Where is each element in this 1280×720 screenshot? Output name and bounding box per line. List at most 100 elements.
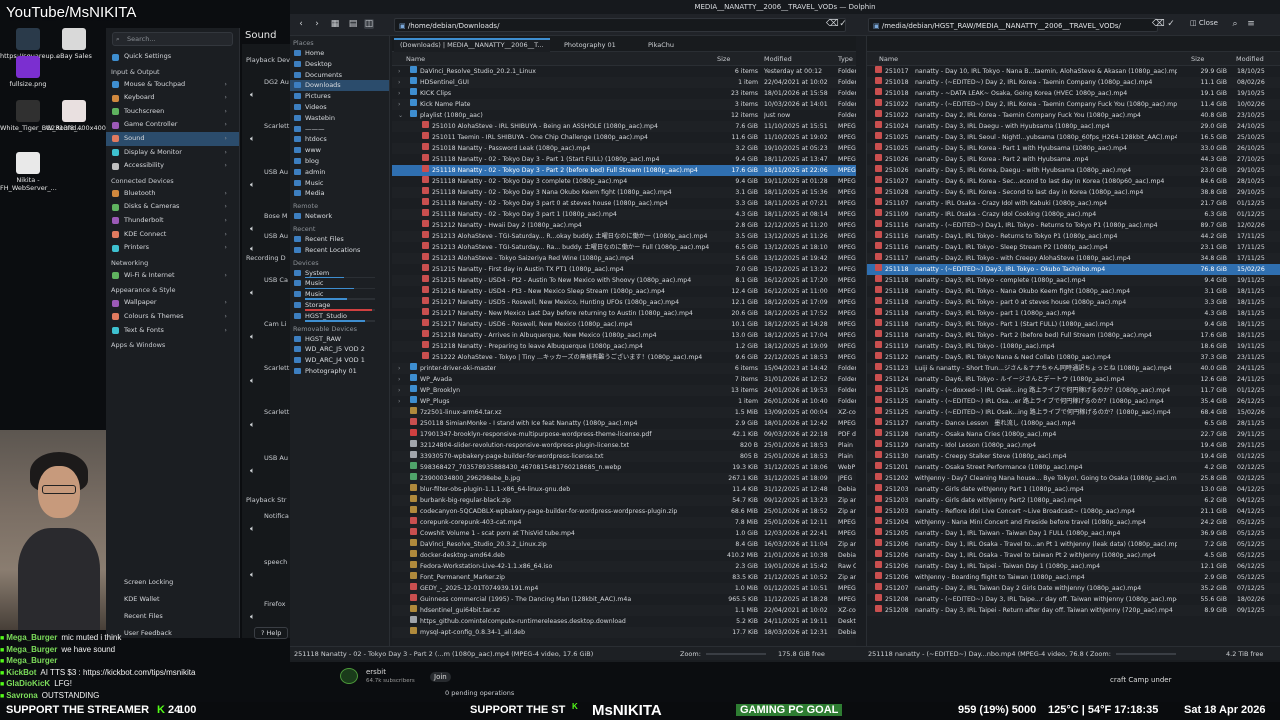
confirm-icon[interactable]: ✓ (1166, 19, 1176, 29)
expand-arrow-icon[interactable]: › (398, 396, 400, 407)
file-row[interactable]: 251202 withJenny - Day7 Cleaning Nana hou… (867, 473, 1280, 484)
settings-item[interactable]: Colours & Themes › (106, 310, 239, 324)
file-row[interactable]: 251208 nanatty - Day 3, IRL Taipei - Retu… (867, 605, 1280, 616)
file-row[interactable]: 251203 nanatty - Reflore idol Live Concer… (867, 506, 1280, 517)
file-row[interactable]: 251118 Nanatty - 02 - Tokyo Day 3 part 0… (392, 198, 856, 209)
file-row[interactable]: 251201 nanatty - Osaka Street Performance… (867, 462, 1280, 473)
speaker-icon[interactable]: 🔈︎ (250, 466, 255, 476)
places-item[interactable]: Desktop (290, 59, 389, 70)
settings-item[interactable]: Screen Locking (122, 574, 242, 591)
places-item[interactable]: HGST_RAW (290, 334, 389, 345)
file-row[interactable]: 598368427_703578935888430_46708154817602… (392, 462, 856, 473)
forward-icon[interactable]: › (312, 19, 322, 29)
places-item[interactable]: www (290, 145, 389, 156)
settings-item[interactable]: Wallpaper › (106, 296, 239, 310)
places-item[interactable]: Network (290, 211, 389, 222)
file-row[interactable]: 251017 nanatty - Day 10, IRL Tokyo - Nana… (867, 66, 1280, 77)
desktop-icon[interactable]: G2313f8_400x400.jpg (46, 100, 118, 132)
places-item[interactable]: Storage (290, 300, 389, 311)
file-row[interactable]: 251109 nanatty - IRL Osaka - Crazy Idol C… (867, 209, 1280, 220)
column-name[interactable]: Name (879, 52, 898, 66)
icons-view-icon[interactable]: ▦ (330, 19, 340, 29)
places-item[interactable]: Music (290, 289, 389, 300)
speaker-icon[interactable]: 🔈︎ (250, 244, 255, 254)
file-row[interactable]: 251215 Nanatty - First day in Austin TX … (392, 264, 856, 275)
file-row[interactable]: burbank-big-regular-black.zip 54.7 KiB 09/… (392, 495, 856, 506)
speaker-icon[interactable]: 🔈︎ (250, 288, 255, 298)
file-row[interactable]: 251118 Nanatty - 02 - Tokyo Day 3 part 1… (392, 209, 856, 220)
file-row[interactable]: › HDSentinel_GUI 1 item 22/04/2021 at 10:02… (392, 77, 856, 88)
file-row[interactable]: DaVinci_Resolve_Studio_20.3.2_Linux.zip 8… (392, 539, 856, 550)
menu-icon[interactable]: ≡ (1246, 19, 1256, 29)
file-row[interactable]: › KICK Clips 23 items 18/01/2026 at 15:58 Fo… (392, 88, 856, 99)
expand-arrow-icon[interactable]: › (398, 99, 400, 110)
speaker-icon[interactable]: 🔈︎ (250, 224, 255, 234)
file-row[interactable]: 251206 nanatty - Day 1, IRL Osaka - Trave… (867, 550, 1280, 561)
file-row[interactable]: › WP_Plugs 1 item 26/01/2026 at 10:40 Folder (392, 396, 856, 407)
places-item[interactable]: Pictures (290, 91, 389, 102)
file-row[interactable]: 251118 Nanatty - 02 - Tokyo Day 3 comple… (392, 176, 856, 187)
split-view-icon[interactable]: ◫ (364, 19, 374, 29)
speaker-icon[interactable]: 🔈︎ (250, 90, 255, 100)
expand-arrow-icon[interactable]: ⌄ (398, 110, 403, 121)
file-row[interactable]: 251216 Nanatty - USD4 - Pt3 - New Mexico… (392, 286, 856, 297)
places-item[interactable]: admin (290, 167, 389, 178)
file-row[interactable]: 32124804-slider-revolution-responsive-wo… (392, 440, 856, 451)
expand-arrow-icon[interactable]: › (398, 385, 400, 396)
clear-icon[interactable]: ⌫ (826, 19, 839, 29)
file-row[interactable]: 251125 nanatty - (~EDITED~) IRL Osa...er … (867, 396, 1280, 407)
file-row[interactable]: › WP_Avada 7 items 31/01/2026 at 12:52 Folde… (392, 374, 856, 385)
file-row[interactable]: 251203 nanatty - Girls date withJenny Par… (867, 495, 1280, 506)
search-icon[interactable]: ⌕ (1230, 19, 1240, 29)
file-row[interactable]: 251022 nanatty - Day 2, IRL Korea - Taemi… (867, 110, 1280, 121)
file-row[interactable]: 251213 AlohaSteve - TGI-Saturday... R...… (392, 231, 856, 242)
speaker-icon[interactable]: 🔈︎ (250, 570, 255, 580)
settings-item[interactable]: Wi-Fi & Internet › (106, 269, 239, 283)
file-row[interactable]: › printer-driver-oki-master 6 items 15/04/2… (392, 363, 856, 374)
file-row[interactable]: 251218 Nanatty - Preparing to leave Albu… (392, 341, 856, 352)
places-item[interactable]: WD_ARC_J4 VOD 1 (290, 355, 389, 366)
file-row[interactable]: 251119 nanatty - Day3, IRL Tokyo - (1080p… (867, 341, 1280, 352)
file-row[interactable]: 251118 nanatty - Day3, IRL Tokyo - part 1… (867, 308, 1280, 319)
file-row[interactable]: 251118 Nanatty - 02 - Tokyo Day 3 - Part… (392, 165, 856, 176)
speaker-icon[interactable]: 🔈︎ (250, 524, 255, 534)
file-row[interactable]: https_github.comintelcompute-runtimerele… (392, 616, 856, 627)
close-split-button[interactable]: ◫ Close (1190, 19, 1218, 27)
places-item[interactable]: WD_ARC_J5 VOD 2 (290, 344, 389, 355)
speaker-icon[interactable]: 🔈︎ (250, 376, 255, 386)
file-row[interactable]: › Kick Name Plate 3 items 10/03/2026 at 14:… (392, 99, 856, 110)
file-row[interactable]: 251123 Luiji & nanatty - Short Trun...ジさん… (867, 363, 1280, 374)
file-row[interactable]: 251010 AlohaSteve - IRL SHIBUYA - Being … (392, 121, 856, 132)
file-row[interactable]: 251118 nanatty - Day3, IRL Tokyo - Part 1… (867, 319, 1280, 330)
file-row[interactable]: 17901347-brooklyn-responsive-multipurpos… (392, 429, 856, 440)
expand-arrow-icon[interactable]: › (398, 363, 400, 374)
file-row[interactable]: 251018 nanatty - (~EDITED~) Day 2, IRL Ko… (867, 77, 1280, 88)
file-row[interactable]: 251122 nanatty - Day5, IRL Tokyo Nana & N… (867, 352, 1280, 363)
zoom-slider[interactable] (706, 653, 766, 655)
file-row[interactable]: 251118 nanatty - Day3, IRL Tokyo - Part 2… (867, 330, 1280, 341)
settings-item[interactable]: Mouse & Touchpad › (106, 78, 239, 92)
file-row[interactable]: blur-filter-obs-plugin-1.1.1-x86_64-linu… (392, 484, 856, 495)
speaker-icon[interactable]: 🔈︎ (250, 134, 255, 144)
file-row[interactable]: 251217 Nanatty - USD6 - Roswell, New Mex… (392, 319, 856, 330)
file-row[interactable]: GEDY_-_2025-12-01T074939.191.mp4 1.0 MiB 0… (392, 583, 856, 594)
file-row[interactable]: 251018 nanatty - ~DATA LEAK~ Osaka, Going… (867, 88, 1280, 99)
file-row[interactable]: 251215 Nanatty - USD4 - Pt2 - Austin To … (392, 275, 856, 286)
file-row[interactable]: 251024 nanatty - Day 3, IRL Daegu - with … (867, 121, 1280, 132)
column-modified[interactable]: Modified (1236, 52, 1264, 66)
file-row[interactable]: 251116 nanatty - (~EDITED~) Day1, IRL Tok… (867, 220, 1280, 231)
file-row[interactable]: 251116 nanatty - Day1, IRL Tokyo - Return… (867, 231, 1280, 242)
places-item[interactable]: htdocs (290, 134, 389, 145)
file-row[interactable]: 251208 nanatty - (~EDITED~) Day 3, IRL Ta… (867, 594, 1280, 605)
column-modified[interactable]: Modified (764, 52, 792, 66)
file-row[interactable]: 251128 nanatty - Osaka Nana Cries (1080p_… (867, 429, 1280, 440)
settings-item[interactable]: Sound › (106, 131, 239, 146)
file-row[interactable]: 251217 Nanatty - New Mexico Last Day bef… (392, 308, 856, 319)
places-item[interactable]: blog (290, 156, 389, 167)
expand-arrow-icon[interactable]: › (398, 374, 400, 385)
file-row[interactable]: 251222 AlohaSteve - Tokyo | Tiny ...キッカー… (392, 352, 856, 363)
file-row[interactable]: 251118 nanatty - Day3, IRL Tokyo - Nana O… (867, 286, 1280, 297)
file-row[interactable]: 251124 nanatty - Day6, IRL Tokyo - ルイージさん… (867, 374, 1280, 385)
places-item[interactable]: System (290, 268, 389, 279)
confirm-icon[interactable]: ✓ (838, 19, 848, 29)
